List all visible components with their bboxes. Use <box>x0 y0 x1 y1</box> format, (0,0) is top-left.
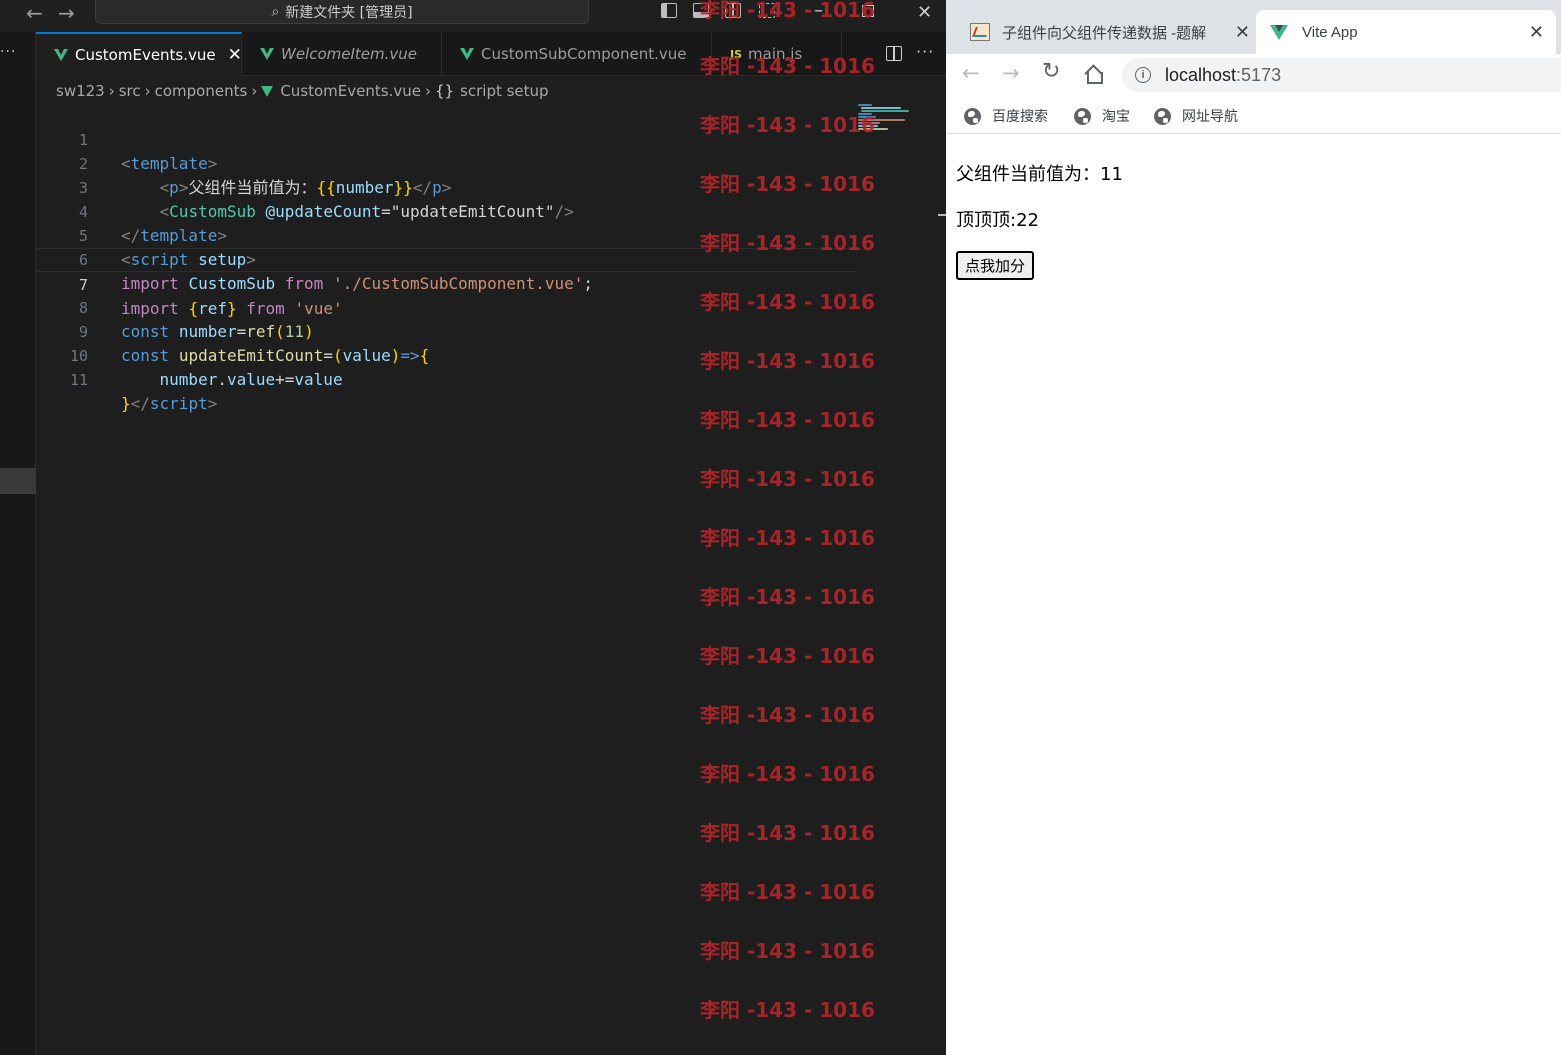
parent-value-paragraph: 父组件当前值为：11 <box>956 160 1123 186</box>
bookmark-baidu[interactable]: 百度搜索 <box>964 106 1048 126</box>
watermark: 李阳 -143 - 1016 <box>700 290 875 314</box>
bookmark-label: 网址导航 <box>1182 109 1238 125</box>
vue-file-icon <box>460 48 474 60</box>
browser-tab-vite-app[interactable]: Vite App ✕ <box>1256 10 1556 54</box>
child-value: 22 <box>1016 210 1039 231</box>
browser-tab-strip: 子组件向父组件传递数据 -题解 ✕ Vite App ✕ <box>946 0 1561 54</box>
watermark: 李阳 -143 - 1016 <box>700 172 875 196</box>
watermark: 李阳 -143 - 1016 <box>700 231 875 255</box>
watermark: 李阳 -143 - 1016 <box>700 644 875 668</box>
url-port: :5173 <box>1236 64 1282 85</box>
scrollbar-marker[interactable] <box>938 214 946 216</box>
breadcrumb-item[interactable]: components <box>155 82 248 100</box>
chevron-right-icon: › <box>424 82 431 100</box>
breadcrumb: sw123 › src › components › CustomEvents.… <box>56 80 549 102</box>
watermark: 李阳 -143 - 1016 <box>700 762 875 786</box>
tab-label: CustomSubComponent.vue <box>481 45 687 63</box>
forward-arrow-icon[interactable]: → <box>1002 61 1020 85</box>
window-title: 新建文件夹 [管理员] <box>285 4 413 21</box>
bookmark-label: 淘宝 <box>1102 109 1130 125</box>
chevron-right-icon: › <box>108 82 115 100</box>
watermark: 李阳 -143 - 1016 <box>700 408 875 432</box>
browser-window: 子组件向父组件传递数据 -题解 ✕ Vite App ✕ ← → ↻ i loc… <box>946 0 1561 1055</box>
code-text: number.value+=value <box>159 370 343 389</box>
close-tab-icon[interactable]: ✕ <box>228 45 242 65</box>
browser-tab-tijie[interactable]: 子组件向父组件传递数据 -题解 ✕ <box>960 10 1250 54</box>
watermark: 李阳 -143 - 1016 <box>700 821 875 845</box>
forward-arrow-icon[interactable]: → <box>58 1 75 25</box>
more-actions-icon[interactable]: ··· <box>916 42 934 61</box>
breadcrumb-item[interactable]: src <box>119 82 141 100</box>
watermark: 李阳 -143 - 1016 <box>700 54 875 78</box>
browser-tab-title: 子组件向父组件传递数据 -题解 <box>1002 24 1207 42</box>
search-icon: ⌕ <box>271 3 280 20</box>
site-favicon-icon <box>970 23 990 41</box>
line-number: 11 <box>69 371 88 389</box>
tab-customsubcomponent-vue[interactable]: CustomSubComponent.vue <box>442 32 712 76</box>
reload-icon[interactable]: ↻ <box>1042 59 1060 84</box>
bookmarks-bar: 百度搜索 淘宝 网址导航 <box>946 100 1561 134</box>
home-icon[interactable] <box>1085 65 1103 84</box>
code-line[interactable]: 5 <script setup> <box>36 200 856 269</box>
watermark: 李阳 -143 - 1016 <box>700 703 875 727</box>
back-arrow-icon[interactable]: ← <box>962 61 980 85</box>
tab-label: CustomEvents.vue <box>75 46 216 64</box>
page-content: 父组件当前值为：11 顶顶顶:22 点我加分 <box>946 135 1561 1055</box>
close-tab-icon[interactable]: ✕ <box>1235 22 1250 43</box>
code-line[interactable]: 10 number.value+=value <box>36 320 856 389</box>
watermark: 李阳 -143 - 1016 <box>700 585 875 609</box>
symbol-braces-icon: {} <box>434 82 455 100</box>
vue-file-icon <box>260 48 274 60</box>
watermark: 李阳 -143 - 1016 <box>700 0 875 22</box>
chevron-right-icon: › <box>251 82 258 100</box>
child-value-paragraph: 顶顶顶:22 <box>956 206 1039 232</box>
browser-tab-title: Vite App <box>1302 23 1358 41</box>
activity-bar-highlight[interactable] <box>0 468 36 494</box>
vscode-window: ← → ⌕ 新建文件夹 [管理员] – ✕ ··· CustomEvents.v… <box>0 0 946 1055</box>
close-window-icon[interactable]: ✕ <box>917 2 932 23</box>
watermark: 李阳 -143 - 1016 <box>700 880 875 904</box>
activity-bar: ··· <box>0 32 36 1055</box>
breadcrumb-item[interactable]: script setup <box>460 82 549 100</box>
bookmark-url-nav[interactable]: 网址导航 <box>1154 106 1238 126</box>
globe-icon <box>1074 107 1091 125</box>
vue-file-icon <box>261 85 274 97</box>
split-editor-icon[interactable] <box>886 46 902 61</box>
vue-file-icon <box>54 49 68 61</box>
close-tab-icon[interactable]: ✕ <box>1529 22 1544 43</box>
child-value-label: 顶顶顶: <box>956 210 1017 231</box>
watermark: 李阳 -143 - 1016 <box>700 349 875 373</box>
browser-toolbar: ← → ↻ i localhost:5173 <box>946 54 1561 96</box>
chevron-right-icon: › <box>144 82 151 100</box>
more-actions-icon[interactable]: ··· <box>0 44 16 60</box>
bookmark-label: 百度搜索 <box>992 109 1048 125</box>
parent-value: 11 <box>1100 164 1123 185</box>
watermark: 李阳 -143 - 1016 <box>700 467 875 491</box>
address-bar[interactable]: i localhost:5173 <box>1122 58 1561 92</box>
url-host: localhost <box>1165 64 1237 85</box>
tab-label: WelcomeItem.vue <box>281 45 418 63</box>
breadcrumb-item[interactable]: CustomEvents.vue <box>280 82 421 100</box>
tab-welcomeitem-vue[interactable]: WelcomeItem.vue <box>242 32 442 76</box>
watermark: 李阳 -143 - 1016 <box>700 526 875 550</box>
back-arrow-icon[interactable]: ← <box>26 1 43 25</box>
info-icon[interactable]: i <box>1135 67 1151 83</box>
command-center-search[interactable]: ⌕ 新建文件夹 [管理员] <box>95 0 589 24</box>
breadcrumb-item[interactable]: sw123 <box>56 82 105 100</box>
globe-icon <box>964 107 981 125</box>
parent-value-label: 父组件当前值为： <box>956 164 1100 185</box>
vue-logo-icon <box>1270 24 1288 40</box>
code-text: }</script> <box>121 394 218 413</box>
toggle-primary-sidebar-icon[interactable] <box>661 3 677 18</box>
watermark: 李阳 -143 - 1016 <box>700 939 875 963</box>
globe-icon <box>1154 107 1171 125</box>
watermark: 李阳 -143 - 1016 <box>700 113 875 137</box>
tab-customevents-vue[interactable]: CustomEvents.vue ✕ <box>36 32 242 76</box>
add-score-button[interactable]: 点我加分 <box>956 251 1035 280</box>
watermark: 李阳 -143 - 1016 <box>700 998 875 1022</box>
bookmark-taobao[interactable]: 淘宝 <box>1074 106 1130 126</box>
